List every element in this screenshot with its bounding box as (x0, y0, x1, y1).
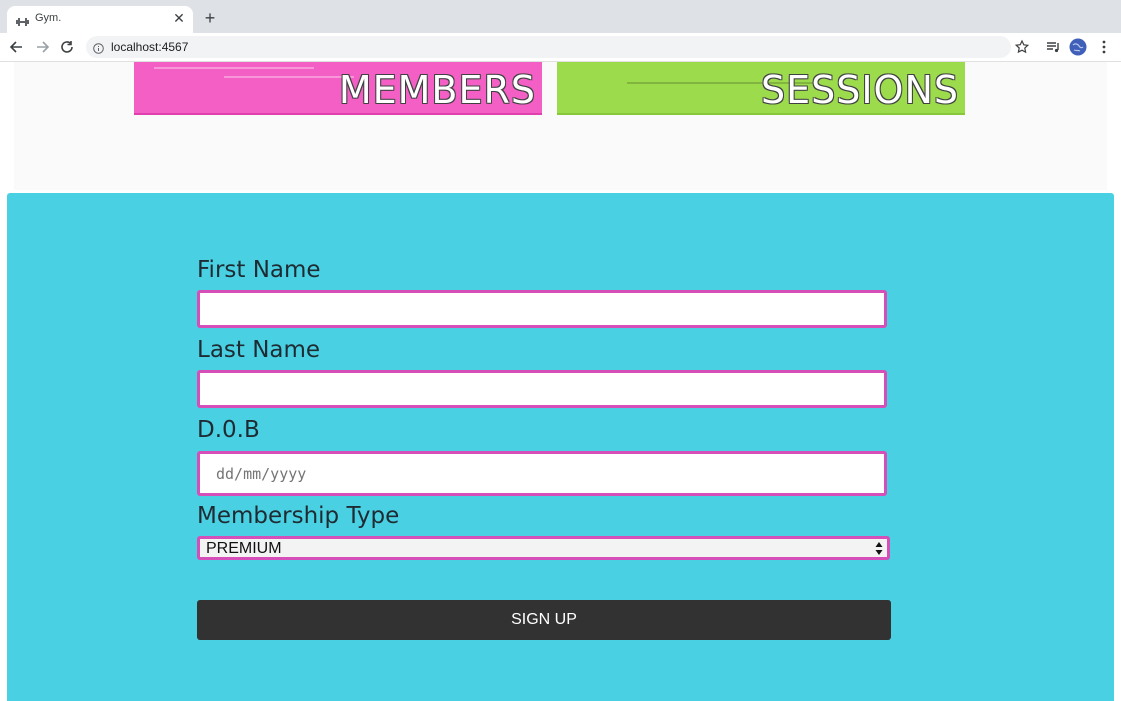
bookmark-star-icon[interactable] (1013, 38, 1031, 56)
select-arrows-icon (874, 539, 884, 557)
sessions-banner-link[interactable]: SESSIONS (557, 62, 965, 115)
last-name-field[interactable] (197, 370, 887, 408)
banner-decoration (154, 67, 314, 69)
last-name-label: Last Name (197, 337, 321, 363)
dumbbell-icon (16, 14, 29, 26)
forward-arrow-icon[interactable] (33, 38, 51, 56)
members-banner-link[interactable]: MEMBERS (134, 62, 542, 115)
media-queue-icon[interactable] (1044, 38, 1062, 56)
sessions-banner-label: SESSIONS (760, 68, 959, 112)
close-tab-icon[interactable]: ✕ (171, 10, 187, 26)
sign-up-button[interactable]: SIGN UP (197, 600, 891, 640)
profile-avatar-icon[interactable] (1069, 38, 1087, 56)
browser-tab[interactable]: Gym. ✕ (7, 6, 193, 33)
address-bar[interactable]: localhost:4567 (86, 36, 1011, 58)
banner-decoration (224, 76, 354, 78)
browser-menu-icon[interactable] (1095, 38, 1113, 56)
reload-icon[interactable] (58, 38, 76, 56)
signup-form: First Name Last Name D.0.B Membership Ty… (7, 193, 1114, 701)
nav-panel: MEMBERS SESSIONS (14, 62, 1107, 190)
tab-strip: Gym. ✕ + (0, 0, 1121, 33)
membership-type-select[interactable]: PREMIUM (197, 536, 890, 560)
dob-field[interactable] (197, 451, 887, 496)
membership-type-selected-value: PREMIUM (206, 540, 282, 557)
url-text: localhost:4567 (111, 40, 189, 54)
dob-label: D.0.B (197, 417, 260, 443)
first-name-field[interactable] (197, 290, 887, 328)
browser-toolbar: localhost:4567 (0, 33, 1121, 62)
new-tab-icon[interactable]: + (201, 9, 219, 27)
first-name-label: First Name (197, 257, 321, 283)
info-icon[interactable] (93, 41, 104, 54)
tab-title: Gym. (35, 12, 62, 24)
page-viewport: MEMBERS SESSIONS First Name Last Name D.… (0, 62, 1121, 701)
members-banner-label: MEMBERS (338, 68, 536, 112)
back-arrow-icon[interactable] (8, 38, 26, 56)
membership-type-label: Membership Type (197, 503, 400, 529)
